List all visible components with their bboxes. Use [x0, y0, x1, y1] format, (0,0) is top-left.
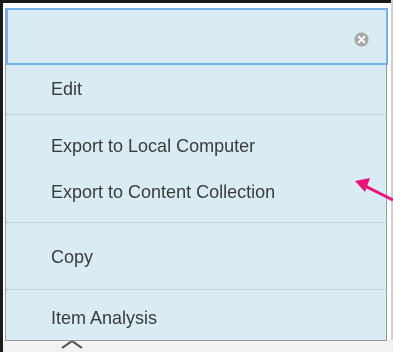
menu-item-edit[interactable]: Edit — [6, 65, 386, 113]
menu-divider — [6, 222, 386, 223]
menu-search-field[interactable] — [6, 8, 388, 65]
menu-divider — [6, 114, 386, 115]
page-edge-top — [0, 0, 393, 3]
menu-item-item-analysis[interactable]: Item Analysis — [6, 298, 386, 338]
page-edge-left — [0, 0, 3, 352]
menu-item-label: Item Analysis — [51, 307, 158, 328]
menu-item-export-local[interactable]: Export to Local Computer — [6, 125, 386, 167]
menu-item-label: Copy — [51, 246, 94, 267]
context-menu: Edit Export to Local Computer Export to … — [5, 8, 388, 341]
arrow-pointer-icon — [355, 178, 393, 202]
menu-item-label: Edit — [51, 78, 83, 99]
close-circle-icon[interactable] — [354, 32, 369, 47]
menu-divider — [6, 289, 386, 290]
menu-item-export-content-collection[interactable]: Export to Content Collection — [6, 171, 386, 213]
menu-item-copy[interactable]: Copy — [6, 234, 386, 280]
menu-item-label: Export to Local Computer — [51, 135, 256, 156]
menu-item-label: Export to Content Collection — [51, 181, 276, 202]
